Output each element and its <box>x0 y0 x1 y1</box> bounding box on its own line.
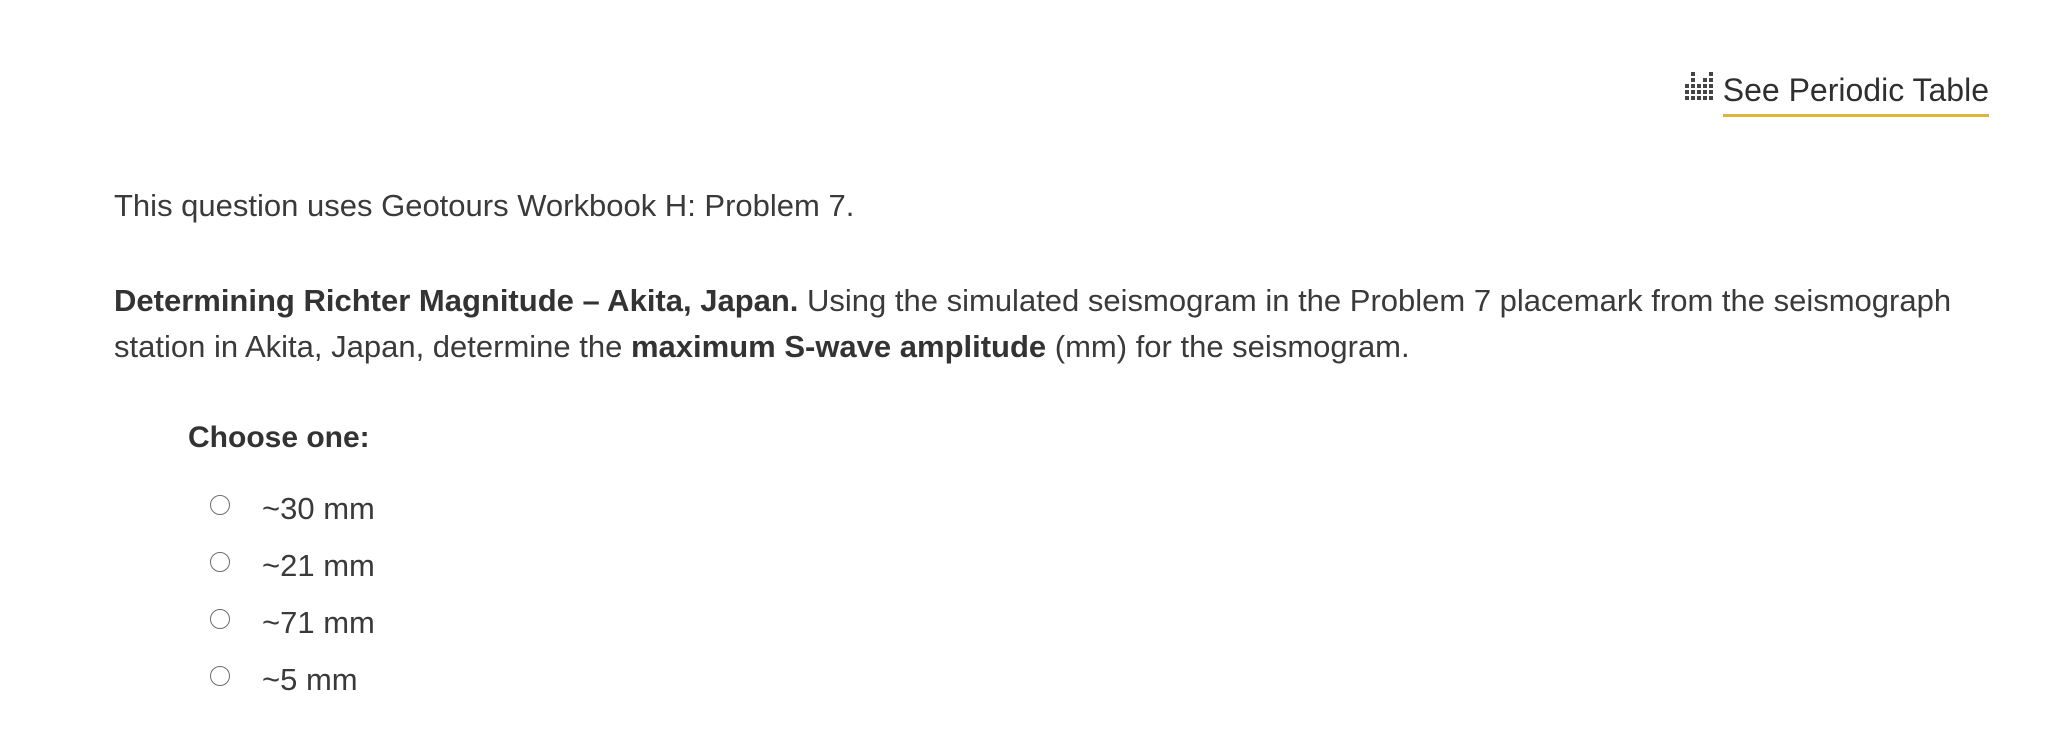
question-emphasis: maximum S-wave amplitude <box>630 329 1047 364</box>
question-title: Determining Richter Magnitude – Akita, J… <box>114 283 799 318</box>
radio-button-option-2[interactable] <box>210 551 230 572</box>
see-periodic-table-link[interactable]: See Periodic Table <box>1683 70 1989 117</box>
answer-choices: Choose one: ~30 mm ~21 mm ~71 mm ~5 mm <box>188 418 375 708</box>
answer-option-1[interactable]: ~30 mm <box>188 480 375 537</box>
answer-option-label[interactable]: ~5 mm <box>262 660 358 700</box>
answer-option-2[interactable]: ~21 mm <box>188 537 375 594</box>
answer-option-4[interactable]: ~5 mm <box>188 651 375 708</box>
see-periodic-table-label[interactable]: See Periodic Table <box>1722 70 1989 117</box>
periodic-table-icon <box>1684 72 1713 100</box>
answer-option-label[interactable]: ~21 mm <box>262 546 375 586</box>
question-text: Determining Richter Magnitude – Akita, J… <box>114 278 1974 370</box>
radio-button-option-3[interactable] <box>210 608 230 629</box>
choose-one-label: Choose one: <box>188 421 370 454</box>
question-intro: This question uses Geotours Workbook H: … <box>114 188 855 223</box>
question-text-part2: (mm) for the seismogram. <box>1046 329 1410 364</box>
answer-option-3[interactable]: ~71 mm <box>188 594 375 651</box>
answer-option-label[interactable]: ~30 mm <box>262 489 375 529</box>
radio-button-option-1[interactable] <box>210 494 230 515</box>
answer-option-label[interactable]: ~71 mm <box>262 603 375 643</box>
radio-button-option-4[interactable] <box>210 665 230 686</box>
